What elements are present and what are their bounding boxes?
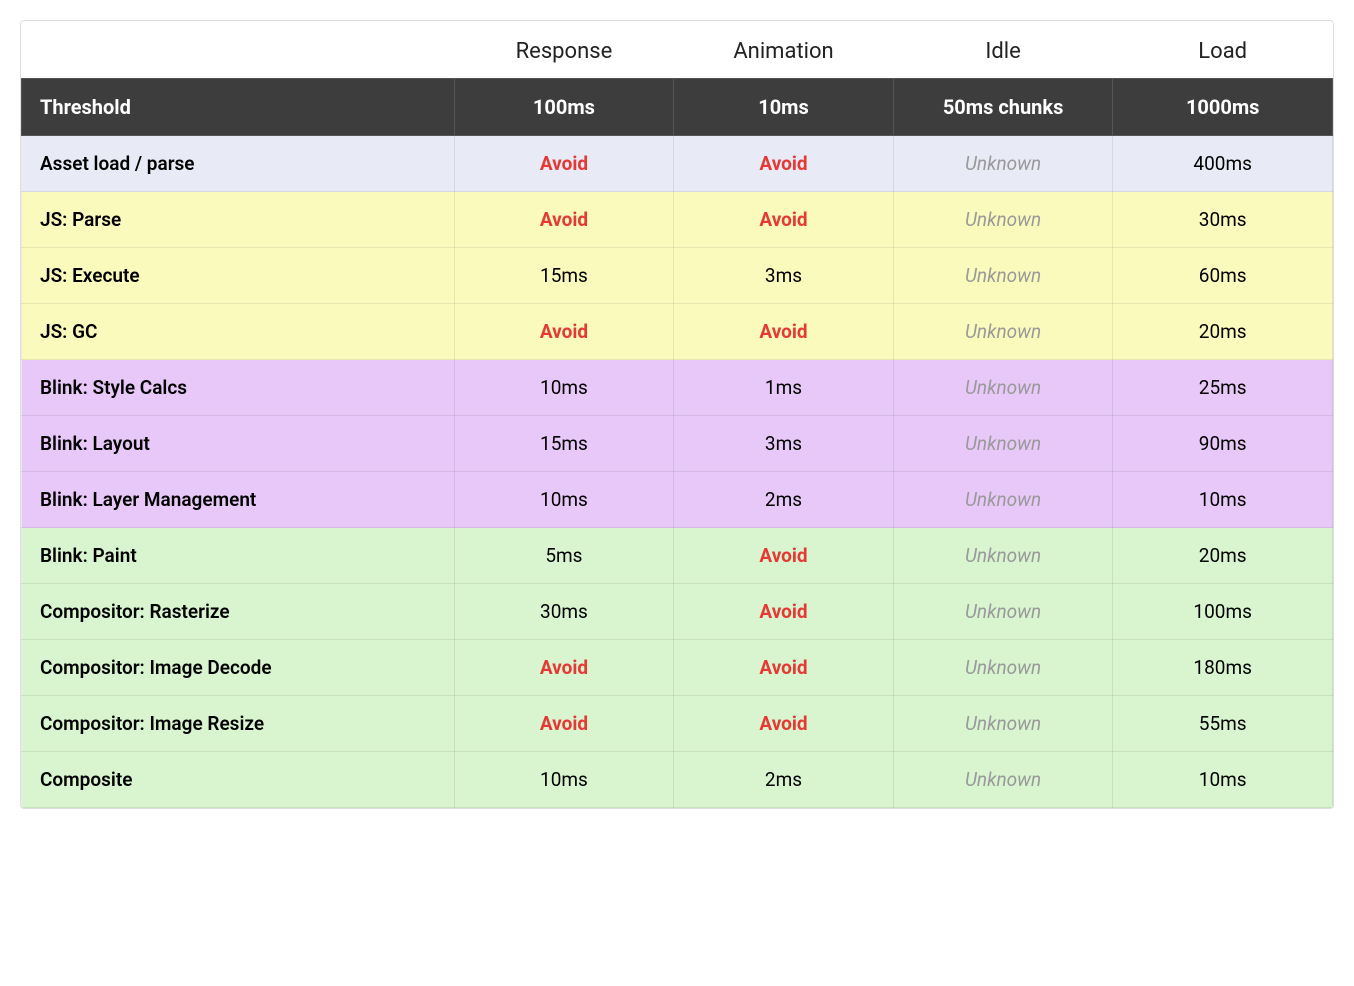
row-idle: Unknown <box>893 192 1113 248</box>
row-animation: Avoid <box>674 696 894 752</box>
table-row: Blink: Paint5msAvoidUnknown20ms <box>22 528 1333 584</box>
row-load: 10ms <box>1113 752 1333 808</box>
table-row: Blink: Style Calcs10ms1msUnknown25ms <box>22 360 1333 416</box>
row-animation: 1ms <box>674 360 894 416</box>
row-animation: Avoid <box>674 136 894 192</box>
row-response: Avoid <box>454 696 674 752</box>
col-header-load: Load <box>1113 21 1333 79</box>
row-idle: Unknown <box>893 472 1113 528</box>
table-row: Compositor: Image DecodeAvoidAvoidUnknow… <box>22 640 1333 696</box>
table-row: JS: GCAvoidAvoidUnknown20ms <box>22 304 1333 360</box>
table-row: Blink: Layout15ms3msUnknown90ms <box>22 416 1333 472</box>
threshold-label: Threshold <box>22 79 455 136</box>
row-idle: Unknown <box>893 528 1113 584</box>
row-animation: Avoid <box>674 304 894 360</box>
table-row: JS: ParseAvoidAvoidUnknown30ms <box>22 192 1333 248</box>
row-response: 10ms <box>454 472 674 528</box>
table-row: JS: Execute15ms3msUnknown60ms <box>22 248 1333 304</box>
row-animation: 3ms <box>674 248 894 304</box>
row-label: Compositor: Image Decode <box>22 640 455 696</box>
col-header-response: Response <box>454 21 674 79</box>
row-idle: Unknown <box>893 360 1113 416</box>
table-row: Composite10ms2msUnknown10ms <box>22 752 1333 808</box>
threshold-idle: 50ms chunks <box>893 79 1113 136</box>
row-response: Avoid <box>454 304 674 360</box>
row-animation: Avoid <box>674 584 894 640</box>
row-label: JS: GC <box>22 304 455 360</box>
col-header-idle: Idle <box>893 21 1113 79</box>
row-response: Avoid <box>454 192 674 248</box>
row-animation: Avoid <box>674 640 894 696</box>
row-response: Avoid <box>454 640 674 696</box>
row-idle: Unknown <box>893 248 1113 304</box>
row-animation: Avoid <box>674 192 894 248</box>
row-response: 10ms <box>454 360 674 416</box>
threshold-response: 100ms <box>454 79 674 136</box>
row-idle: Unknown <box>893 584 1113 640</box>
row-load: 25ms <box>1113 360 1333 416</box>
row-label: Blink: Style Calcs <box>22 360 455 416</box>
row-load: 10ms <box>1113 472 1333 528</box>
col-header-animation: Animation <box>674 21 894 79</box>
row-idle: Unknown <box>893 696 1113 752</box>
row-label: Blink: Paint <box>22 528 455 584</box>
threshold-load: 1000ms <box>1113 79 1333 136</box>
row-label: JS: Parse <box>22 192 455 248</box>
row-label: Composite <box>22 752 455 808</box>
row-load: 90ms <box>1113 416 1333 472</box>
row-label: Compositor: Image Resize <box>22 696 455 752</box>
row-label: Blink: Layer Management <box>22 472 455 528</box>
row-load: 20ms <box>1113 528 1333 584</box>
row-load: 30ms <box>1113 192 1333 248</box>
row-load: 55ms <box>1113 696 1333 752</box>
col-header-threshold <box>22 21 455 79</box>
row-idle: Unknown <box>893 304 1113 360</box>
row-animation: 3ms <box>674 416 894 472</box>
row-idle: Unknown <box>893 640 1113 696</box>
row-label: JS: Execute <box>22 248 455 304</box>
row-animation: 2ms <box>674 752 894 808</box>
row-response: 5ms <box>454 528 674 584</box>
row-response: Avoid <box>454 136 674 192</box>
threshold-animation: 10ms <box>674 79 894 136</box>
row-load: 20ms <box>1113 304 1333 360</box>
table-row: Compositor: Rasterize30msAvoidUnknown100… <box>22 584 1333 640</box>
table-row: Compositor: Image ResizeAvoidAvoidUnknow… <box>22 696 1333 752</box>
row-load: 400ms <box>1113 136 1333 192</box>
row-label: Blink: Layout <box>22 416 455 472</box>
row-response: 30ms <box>454 584 674 640</box>
row-label: Asset load / parse <box>22 136 455 192</box>
table-row: Blink: Layer Management10ms2msUnknown10m… <box>22 472 1333 528</box>
row-animation: Avoid <box>674 528 894 584</box>
row-idle: Unknown <box>893 136 1113 192</box>
row-load: 100ms <box>1113 584 1333 640</box>
performance-table: Response Animation Idle Load Threshold 1… <box>20 20 1334 809</box>
row-label: Compositor: Rasterize <box>22 584 455 640</box>
row-response: 10ms <box>454 752 674 808</box>
table-row: Asset load / parseAvoidAvoidUnknown400ms <box>22 136 1333 192</box>
row-response: 15ms <box>454 248 674 304</box>
row-load: 60ms <box>1113 248 1333 304</box>
row-idle: Unknown <box>893 752 1113 808</box>
row-idle: Unknown <box>893 416 1113 472</box>
row-animation: 2ms <box>674 472 894 528</box>
row-load: 180ms <box>1113 640 1333 696</box>
row-response: 15ms <box>454 416 674 472</box>
